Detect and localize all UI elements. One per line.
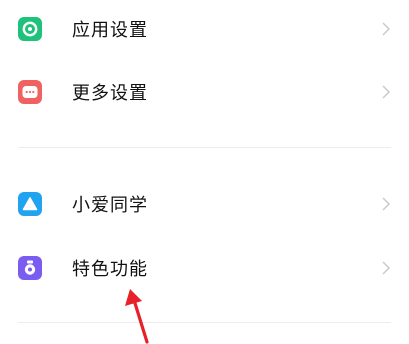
settings-item-xiaoai[interactable]: 小爱同学 xyxy=(0,175,409,233)
settings-item-more-settings[interactable]: 更多设置 xyxy=(0,63,409,121)
chevron-right-icon xyxy=(382,85,390,99)
settings-item-label: 应用设置 xyxy=(72,20,148,41)
xiaoai-icon xyxy=(18,192,42,216)
settings-item-app-settings[interactable]: 应用设置 xyxy=(0,0,409,58)
settings-item-label: 小爱同学 xyxy=(72,195,148,216)
section-divider xyxy=(18,147,391,148)
annotation-arrow-icon xyxy=(125,289,149,344)
settings-item-label: 特色功能 xyxy=(72,259,148,280)
special-features-icon xyxy=(18,256,42,280)
chevron-right-icon xyxy=(382,22,390,36)
settings-item-label: 更多设置 xyxy=(72,83,148,104)
app-settings-icon xyxy=(18,17,42,41)
section-divider xyxy=(18,322,391,323)
more-settings-icon xyxy=(18,80,42,104)
chevron-right-icon xyxy=(382,197,390,211)
chevron-right-icon xyxy=(382,261,390,275)
settings-item-special-features[interactable]: 特色功能 xyxy=(0,239,409,297)
